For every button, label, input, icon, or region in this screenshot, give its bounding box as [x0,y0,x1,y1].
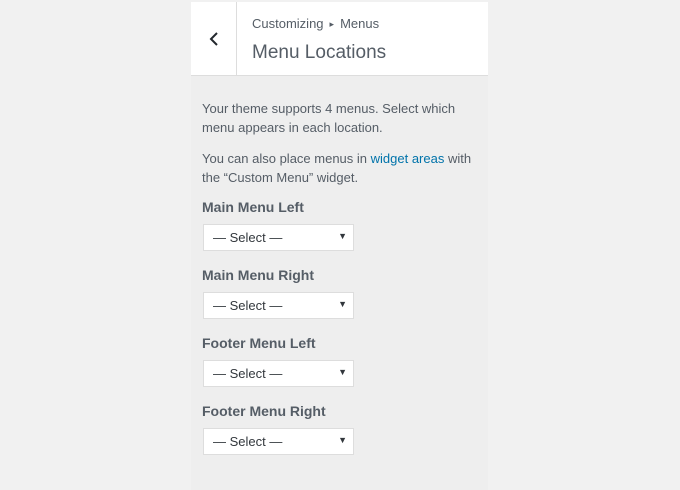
panel-header: Customizing ▸ Menus Menu Locations [191,2,488,76]
location-label: Footer Menu Right [202,403,326,419]
breadcrumb-parent: Customizing [252,16,324,31]
dropdown-arrow-icon: ▼ [338,299,347,309]
location-main-menu-right: Main Menu Right — Select — ▼ [202,267,477,319]
chevron-left-icon [209,31,218,46]
location-select[interactable]: — Select — ▼ [203,360,354,387]
location-select[interactable]: — Select — ▼ [203,428,354,455]
location-footer-menu-left: Footer Menu Left — Select — ▼ [202,335,477,387]
dropdown-arrow-icon: ▼ [338,231,347,241]
description-supports: Your theme supports 4 menus. Select whic… [202,101,456,135]
widget-areas-link[interactable]: widget areas [371,151,445,166]
breadcrumb-current: Menus [340,16,380,31]
location-select[interactable]: — Select — ▼ [203,224,354,251]
breadcrumb: Customizing ▸ Menus [252,16,386,33]
breadcrumb-separator-icon: ▸ [329,19,335,29]
description-widgets-prefix: You can also place menus in [202,151,371,166]
select-value: — Select — [213,366,283,381]
panel-body: Your theme supports 4 menus. Select whic… [191,76,488,455]
dropdown-arrow-icon: ▼ [338,367,347,377]
customizer-panel: Customizing ▸ Menus Menu Locations Your th… [191,2,488,490]
dropdown-arrow-icon: ▼ [338,435,347,445]
back-button[interactable] [191,2,237,75]
page-title: Menu Locations [252,42,387,63]
location-label: Main Menu Right [202,267,314,283]
select-value: — Select — [213,434,283,449]
location-footer-menu-right: Footer Menu Right — Select — ▼ [202,403,477,455]
location-main-menu-left: Main Menu Left — Select — ▼ [202,199,477,251]
select-value: — Select — [213,230,283,245]
header-titles: Customizing ▸ Menus Menu Locations [252,16,386,64]
select-value: — Select — [213,298,283,313]
location-label: Footer Menu Left [202,335,316,351]
location-select[interactable]: — Select — ▼ [203,292,354,319]
description-widgets: You can also place menus in widget areas… [202,149,477,187]
location-label: Main Menu Left [202,199,304,215]
